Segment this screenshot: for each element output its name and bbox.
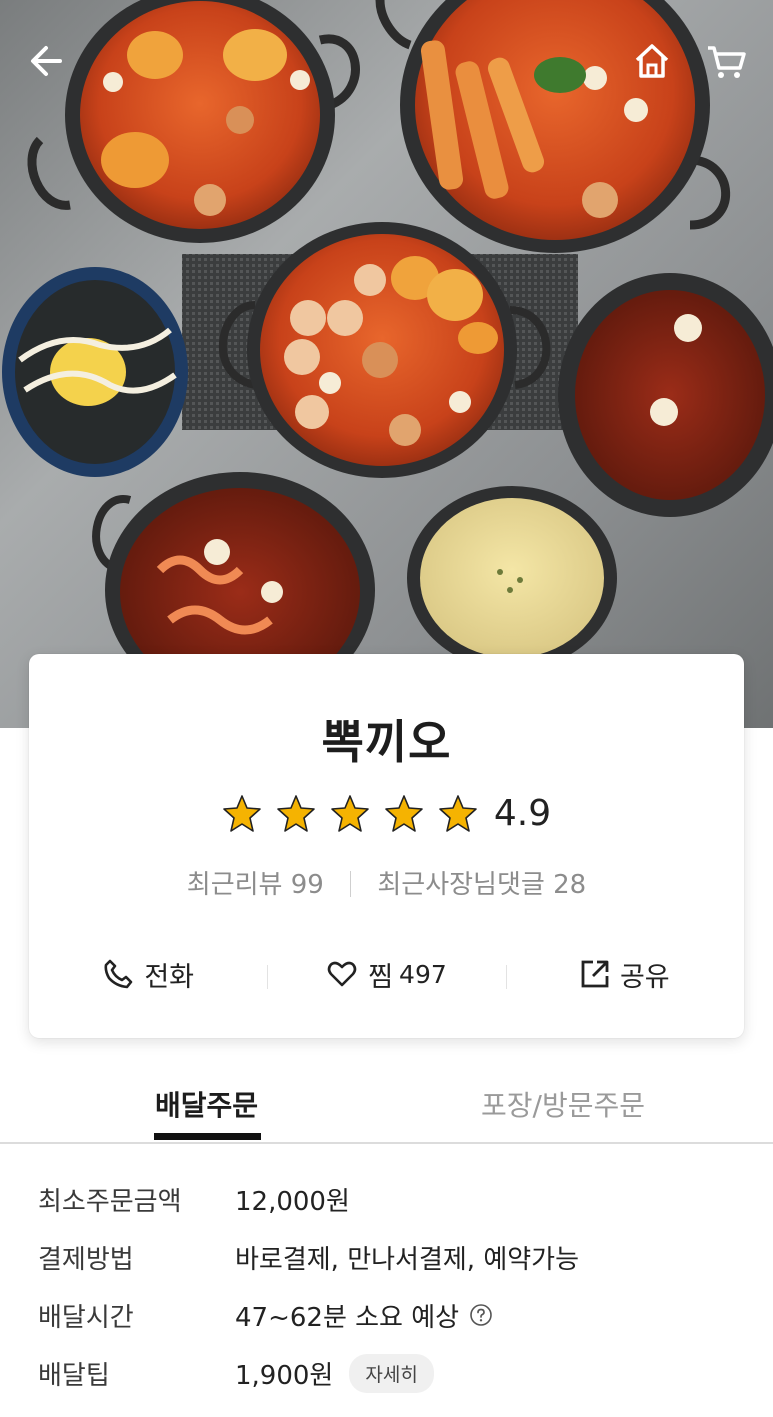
delivery-tip-value: 1,900원 [235,1360,334,1391]
action-bar: 전화 찜 497 공유 [29,952,744,996]
tab-delivery[interactable]: 배달주문 [155,1084,258,1124]
rating-value: 4.9 [493,792,552,834]
heart-icon [327,961,357,987]
star-icon [277,795,315,832]
store-name: 뽁끼오 [321,715,452,769]
phone-icon [104,959,133,989]
rating-row: 4.9 [29,791,744,835]
payment-value: 바로결제, 만나서결제, 예약가능 [235,1244,580,1275]
delivery-time-row: 배달시간 47~62분 소요 예상 [38,1295,493,1335]
back-button[interactable] [22,36,72,86]
delivery-time-label: 배달시간 [38,1302,134,1333]
like-count: 497 [399,959,447,989]
review-summary[interactable]: 최근리뷰 99 최근사장님댓글 28 [29,864,744,901]
delivery-time-value-wrap: 47~62분 소요 예상 [235,1297,493,1334]
star-rating [222,793,478,833]
like-button[interactable]: 찜 497 [267,955,505,994]
star-icon [331,795,369,832]
like-label: 찜 [368,961,394,993]
store-info-card: 뽁끼오 4.9 최근리뷰 99 최근사장님댓글 28 전화 찜 497 공유 [29,654,744,1038]
delivery-tip-label: 배달팁 [38,1360,110,1391]
share-icon [581,960,609,988]
delivery-time-value: 47~62분 소요 예상 [235,1302,460,1333]
delivery-tip-value-wrap: 1,900원 자세히 [235,1353,434,1393]
call-button[interactable]: 전화 [29,955,267,994]
min-order-row: 최소주문금액 12,000원 [38,1179,350,1219]
delivery-tip-detail-button[interactable]: 자세히 [349,1353,434,1393]
tab-pickup[interactable]: 포장/방문주문 [481,1084,645,1124]
owner-replies-label: 최근사장님댓글 [377,870,545,900]
cart-icon [708,46,746,78]
min-order-label: 최소주문금액 [38,1186,182,1217]
payment-row: 결제방법 바로결제, 만나서결제, 예약가능 [38,1237,579,1277]
share-label: 공유 [619,961,670,993]
recent-reviews-count: 99 [290,870,324,900]
star-icon [223,795,261,832]
order-type-tabs: 배달주문 포장/방문주문 [0,1070,773,1144]
store-hero-image [0,0,773,728]
payment-label: 결제방법 [38,1244,134,1275]
cart-button[interactable] [702,36,752,86]
food-photo [2,0,773,708]
share-button[interactable]: 공유 [505,955,744,994]
active-tab-indicator [154,1133,261,1140]
min-order-value: 12,000원 [235,1186,350,1217]
delivery-tip-row: 배달팁 1,900원 자세히 [38,1353,434,1393]
star-icon [385,795,423,832]
help-icon[interactable] [469,1303,493,1327]
owner-replies-count: 28 [553,870,587,900]
divider [350,871,352,897]
home-button[interactable] [627,36,677,86]
star-icon [439,795,477,832]
recent-reviews-label: 최근리뷰 [186,870,283,900]
home-icon [635,44,669,78]
back-arrow-icon [31,46,62,76]
call-label: 전화 [144,961,194,993]
